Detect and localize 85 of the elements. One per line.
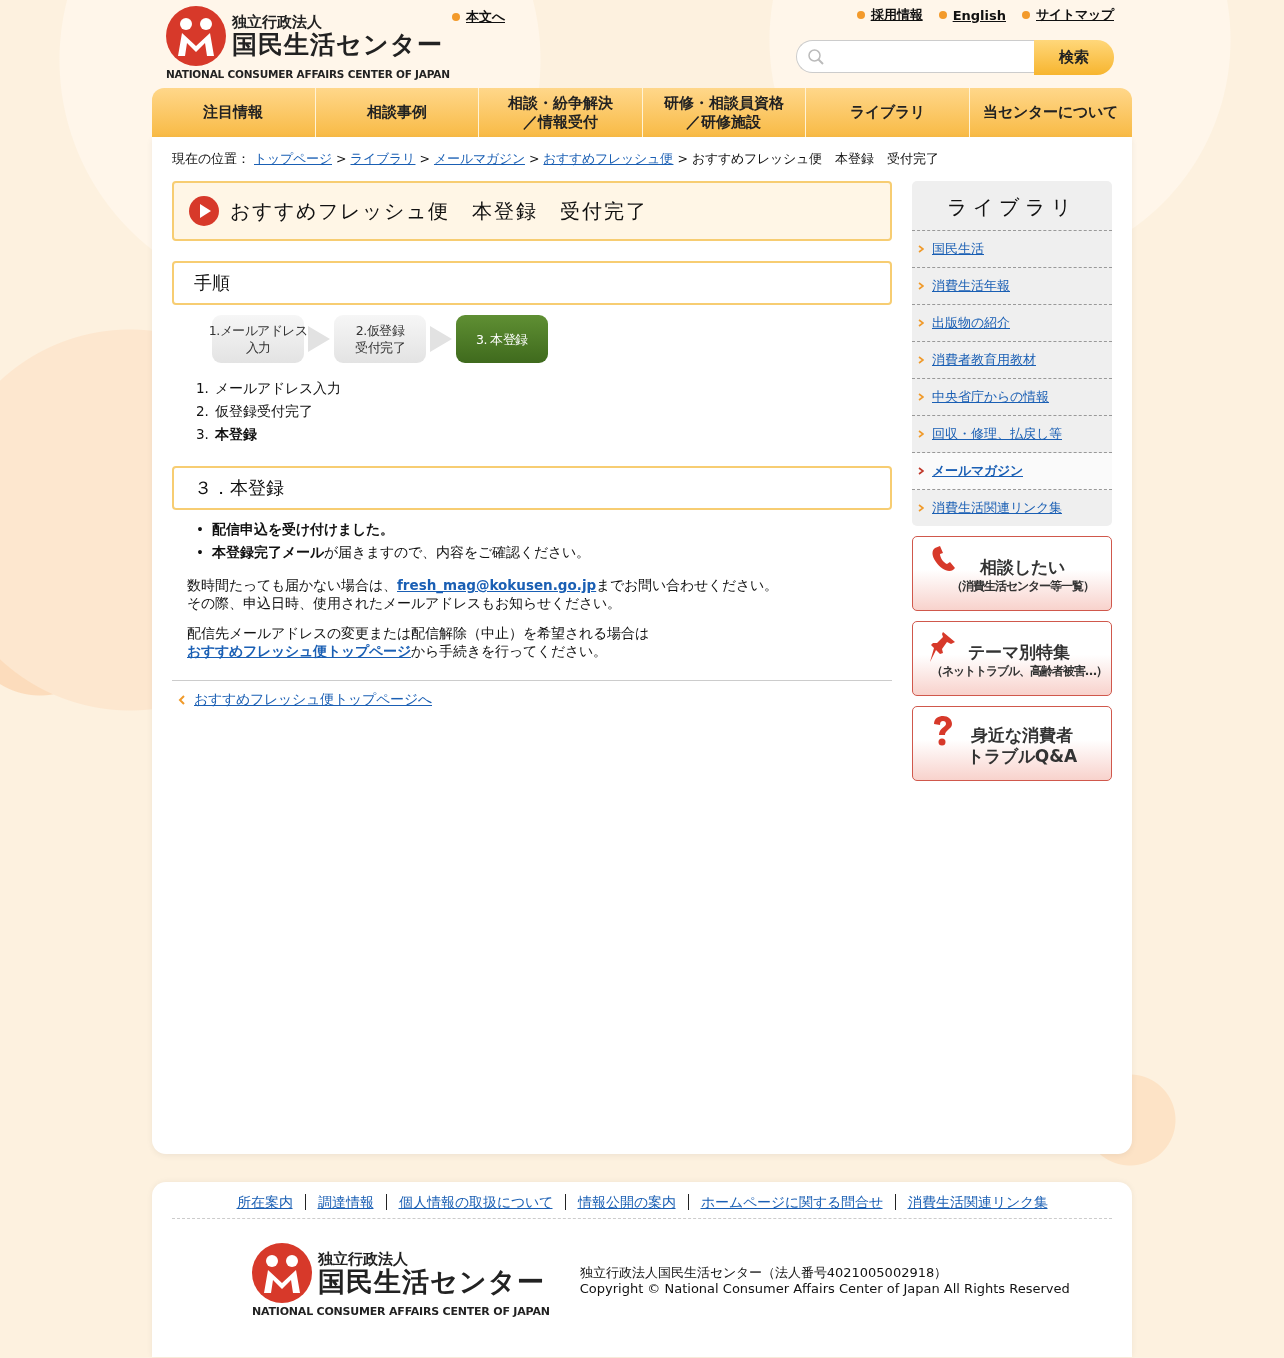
banner-title: テーマ別特集 [968,642,1070,662]
nav-tab[interactable]: 注目情報 [152,88,315,137]
chevron-right-icon [918,356,924,364]
banner-title: 身近な消費者 [971,725,1073,745]
chevron-right-icon [918,504,924,512]
sidebar-heading: ライブラリ [912,181,1112,231]
banner-link[interactable]: テーマ別特集 （ネットトラブル、高齢者被害…） [912,621,1112,696]
page-title: おすすめフレッシュ便 本登録 受付完了 [230,197,648,225]
logo-org-type: 独立行政法人 [232,13,323,31]
chevron-right-icon [918,467,924,475]
footer-link[interactable]: ホームページに関する問合せ [687,1194,895,1210]
play-icon [188,195,220,227]
step-list-item: メールアドレス入力 [214,379,341,398]
skip-link[interactable]: 本文へ [452,8,505,26]
copyright: Copyright © National Consumer Affairs Center of Japan All Rights Reserved [579,1280,1070,1297]
breadcrumb-link[interactable]: メールマガジン [433,151,525,168]
inline-link[interactable]: fresh_mag@kokusen.go.jp [397,577,597,593]
footer-link[interactable]: 消費生活関連リンク集 [894,1194,1060,1210]
utility-link[interactable]: 採用情報 [856,6,923,24]
breadcrumb-separator: > [677,151,688,168]
breadcrumb-separator: > [336,151,347,168]
footer-link[interactable]: 情報公開の案内 [564,1194,688,1210]
utility-link[interactable]: English [938,6,1006,24]
logo-english: NATIONAL CONSUMER AFFAIRS CENTER OF JAPAN [166,68,451,80]
breadcrumb-link[interactable]: おすすめフレッシュ便 [543,151,674,168]
paragraph: 配信先メールアドレスの変更または配信解除（中止）を希望される場合は おすすめフレッシュ便トップページから手続きを行ってください。 [187,624,650,660]
sidebar-link[interactable]: 消費者教育用教材 [932,351,1036,369]
step-list-item: 本登録 [214,425,257,444]
banner-title: 相談したい [979,557,1065,577]
bullet-item: 配信申込を受け付けました。 [212,520,394,539]
inline-link[interactable]: おすすめフレッシュ便トップページ [187,643,411,659]
logo-icon [252,1243,312,1303]
sidebar-link[interactable]: 消費生活年報 [932,277,1010,295]
chevron-right-icon [918,430,924,438]
utility-link[interactable]: サイトマップ [1022,6,1114,24]
logo-name: 国民生活センター [232,31,443,59]
banner-subtitle: トラブルQ&A [966,745,1078,767]
logo-name: 国民生活センター [318,1268,545,1296]
pushpin-icon [929,630,957,662]
chevron-right-icon [918,319,924,327]
organization-info: 独立行政法人国民生活センター（法人番号4021005002918） [579,1264,949,1281]
footer-link[interactable]: 調達情報 [304,1194,386,1210]
banner-link[interactable]: 身近な消費者 トラブルQ&A [912,706,1112,781]
footer-link[interactable]: 所在案内 [224,1194,305,1210]
breadcrumb-separator: > [528,151,540,168]
step-indicator: 1.メールアドレス 入力 [212,315,304,363]
search-button[interactable]: 検索 [1034,40,1114,75]
chevron-right-icon [918,245,924,253]
step-list-item: 仮登録受付完了 [214,402,313,421]
banner-link[interactable]: 相談したい （消費生活センター等一覧） [912,536,1112,611]
banner-subtitle: （消費生活センター等一覧） [950,578,1094,595]
logo-org-type: 独立行政法人 [318,1250,409,1268]
logo-english: NATIONAL CONSUMER AFFAIRS CENTER OF JAPAN [252,1305,550,1318]
section-heading: 手順 [172,261,892,305]
list-number: 2. [196,402,209,421]
bullet-marker: • [196,520,205,539]
arrow-icon [308,326,330,352]
chevron-right-icon [918,393,924,401]
search-icon [807,47,825,66]
breadcrumb-current: おすすめフレッシュ便 本登録 受付完了 [691,151,939,168]
sidebar-link[interactable]: 回収・修理、払戻し等 [932,425,1062,443]
sidebar-link[interactable]: 中央省庁からの情報 [932,388,1049,406]
breadcrumb-separator: > [419,151,430,168]
sidebar-link[interactable]: 消費生活関連リンク集 [932,499,1062,517]
sidebar-link[interactable]: 国民生活 [932,240,984,258]
logo-icon [166,6,226,66]
banner-subtitle: （ネットトラブル、高齢者被害…） [931,663,1107,680]
sidebar-link[interactable]: 出版物の紹介 [932,314,1010,332]
bullet-item: 本登録完了メールが届きますので、内容をご確認ください。 [212,543,590,562]
chevron-left-icon [178,695,186,705]
breadcrumb-link[interactable]: ライブラリ [350,151,416,168]
chevron-right-icon [918,282,924,290]
bullet-marker: • [196,543,205,562]
step-indicator: 2.仮登録 受付完了 [334,315,426,363]
back-link[interactable]: おすすめフレッシュ便トップページへ [194,691,432,709]
paragraph: 数時間たっても届かない場合は、fresh_mag@kokusen.go.jpまでお問い合わせください。 その際、申込日時、使用されたメールアドレスもお知らせください。 [187,576,780,612]
breadcrumb-link[interactable]: トップページ [254,151,332,168]
footer-link[interactable]: 個人情報の取扱について [385,1194,565,1210]
step-indicator: 3. 本登録 [456,315,548,363]
list-number: 1. [196,379,209,398]
section-heading: ３．本登録 [172,466,892,510]
list-number: 3. [196,425,209,444]
arrow-icon [430,326,452,352]
search-field[interactable] [796,40,1034,73]
breadcrumb-label: 現在の位置： [172,151,250,168]
